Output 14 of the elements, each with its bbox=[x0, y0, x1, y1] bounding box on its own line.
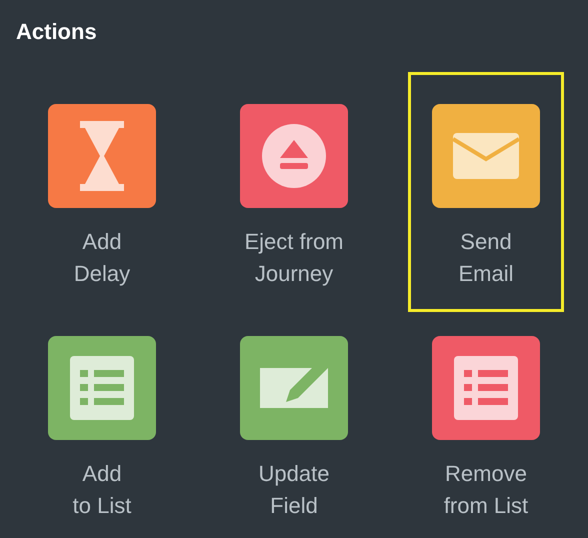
envelope-icon bbox=[453, 133, 519, 179]
action-tile[interactable]: Send Email bbox=[408, 72, 564, 312]
eject-icon bbox=[262, 124, 326, 188]
hourglass-icon bbox=[80, 121, 124, 191]
list-icon bbox=[454, 356, 518, 420]
action-label: Remove from List bbox=[444, 460, 528, 520]
action-label: Add to List bbox=[72, 460, 132, 520]
section-title: Actions bbox=[16, 18, 98, 46]
action-label: Eject from Journey bbox=[244, 228, 344, 288]
action-label: Send Email bbox=[458, 228, 514, 288]
list-icon bbox=[70, 356, 134, 420]
action-label: Add Delay bbox=[74, 228, 130, 288]
action-label: Update Field bbox=[258, 460, 330, 520]
field-icon bbox=[260, 368, 328, 408]
